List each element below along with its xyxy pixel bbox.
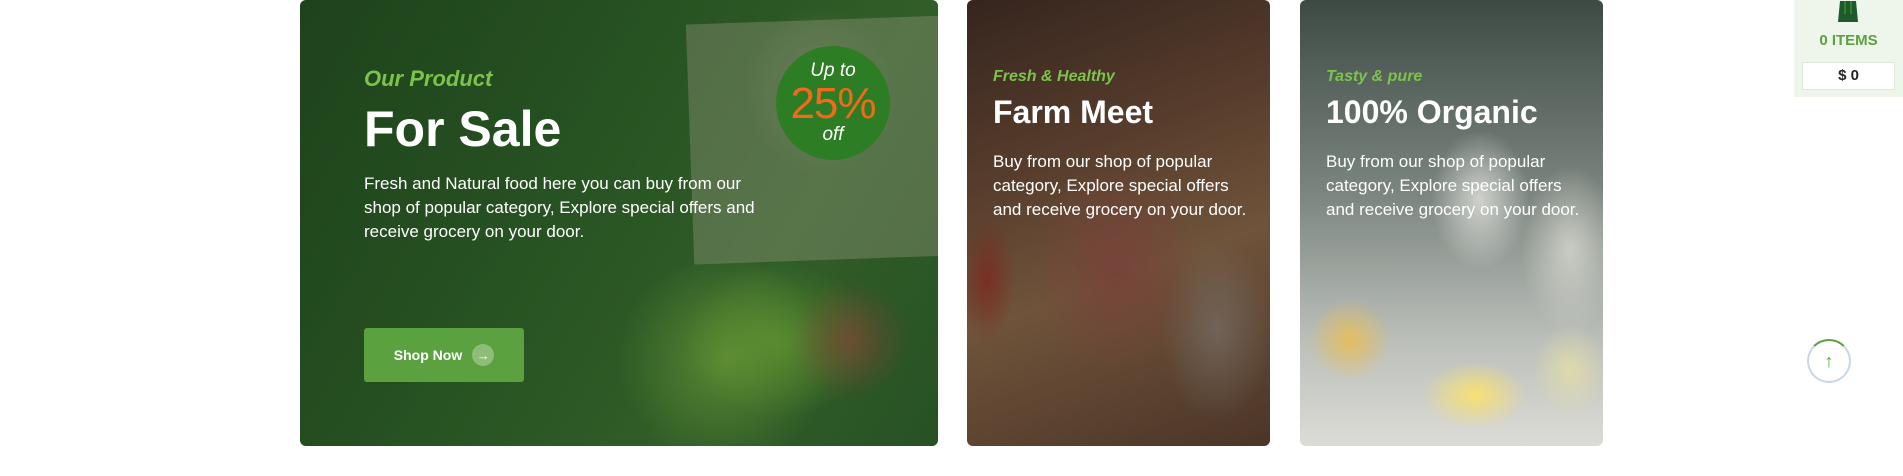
meat-description: Buy from our shop of popular category, E… bbox=[993, 152, 1247, 219]
meat-title: Farm Meet bbox=[993, 94, 1154, 130]
meat-eyebrow: Fresh & Healthy bbox=[993, 68, 1115, 85]
organic-description: Buy from our shop of popular category, E… bbox=[1326, 152, 1580, 219]
cart-items-count: 0 ITEMS bbox=[1819, 32, 1878, 49]
badge-bottom-text: off bbox=[822, 124, 844, 145]
lettuce-image bbox=[610, 260, 840, 446]
radish-image bbox=[790, 280, 910, 400]
scroll-to-top-button[interactable]: ↑ bbox=[1807, 339, 1851, 383]
cart-total: $ 0 bbox=[1802, 62, 1895, 90]
shopping-bag-icon bbox=[1838, 1, 1858, 22]
organic-title: 100% Organic bbox=[1326, 94, 1538, 130]
badge-discount-value: 25% bbox=[790, 79, 876, 128]
organic-eyebrow: Tasty & pure bbox=[1326, 68, 1423, 85]
arrow-right-icon: → bbox=[472, 344, 495, 366]
sale-title: For Sale bbox=[364, 101, 562, 157]
sale-description: Fresh and Natural food here you can buy … bbox=[364, 174, 755, 241]
discount-badge: Up to 25% off bbox=[776, 46, 890, 160]
shop-now-label: Shop Now bbox=[393, 347, 463, 363]
arrow-up-icon: ↑ bbox=[1824, 350, 1834, 371]
shop-now-button[interactable]: Shop Now → bbox=[364, 328, 524, 382]
organic-banner[interactable]: Tasty & pure 100% Organic Buy from our s… bbox=[1300, 0, 1603, 446]
sale-banner: Our Product For Sale Fresh and Natural f… bbox=[300, 0, 938, 446]
farm-meat-banner[interactable]: Fresh & Healthy Farm Meet Buy from our s… bbox=[967, 0, 1270, 446]
sale-eyebrow: Our Product bbox=[364, 66, 493, 91]
mini-cart[interactable]: 0 ITEMS $ 0 bbox=[1794, 0, 1903, 97]
